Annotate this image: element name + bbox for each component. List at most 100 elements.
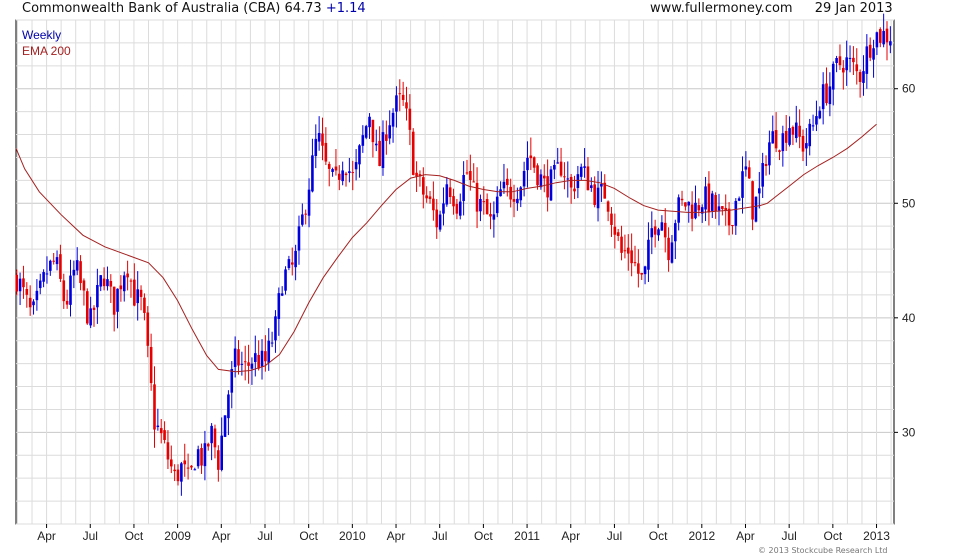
candle-body bbox=[835, 58, 838, 64]
legend-ema: EMA 200 bbox=[22, 44, 71, 58]
x-tick-label: 2013 bbox=[863, 529, 890, 543]
candle-body bbox=[613, 226, 617, 235]
candle-body bbox=[196, 449, 200, 467]
candle-body bbox=[559, 161, 563, 176]
candle-body bbox=[126, 273, 129, 278]
candle-body bbox=[801, 135, 805, 152]
candle-body bbox=[156, 425, 160, 428]
candle-body bbox=[109, 280, 113, 287]
candle-body bbox=[878, 29, 882, 43]
candle-body bbox=[734, 200, 738, 226]
candle-body bbox=[680, 198, 684, 201]
candle-body bbox=[311, 155, 314, 192]
candle-body bbox=[831, 63, 835, 90]
candle-body bbox=[684, 202, 687, 207]
candle-body bbox=[885, 28, 889, 43]
candle-body bbox=[395, 95, 398, 112]
x-tick-label: Jul bbox=[607, 529, 622, 543]
candle-body bbox=[99, 275, 103, 287]
candle-body bbox=[593, 184, 596, 205]
candle-body bbox=[401, 94, 405, 100]
x-tick-label: Apr bbox=[37, 529, 56, 543]
candle-body bbox=[788, 128, 791, 145]
candle-body bbox=[616, 232, 620, 236]
candle-body bbox=[872, 48, 875, 60]
candle-body bbox=[294, 250, 297, 268]
candle-body bbox=[193, 469, 197, 471]
y-tick-label: 30 bbox=[902, 425, 916, 439]
candle-body bbox=[650, 228, 654, 238]
candle-body bbox=[45, 273, 49, 275]
candle-body bbox=[22, 278, 25, 288]
x-tick-label: 2012 bbox=[688, 529, 715, 543]
candle-body bbox=[862, 71, 865, 83]
x-axis: Apr Jul Oct 2009 Apr Jul Oct 2010 Apr Jul Oct 2011 A… bbox=[37, 524, 890, 543]
candle-body bbox=[482, 201, 486, 203]
candle-body bbox=[361, 135, 365, 146]
candle-body bbox=[38, 280, 42, 289]
candle-body bbox=[82, 280, 86, 291]
candle-body bbox=[852, 57, 855, 63]
candle-body bbox=[344, 173, 348, 176]
candle-body bbox=[79, 261, 82, 284]
candle-body bbox=[415, 172, 418, 177]
candle-body bbox=[385, 134, 388, 141]
candle-body bbox=[455, 203, 459, 214]
candle-body bbox=[674, 223, 677, 242]
x-tick-label: 2009 bbox=[164, 529, 191, 543]
candle-body bbox=[781, 133, 785, 152]
candle-body bbox=[371, 119, 375, 143]
candle-body bbox=[714, 195, 717, 212]
x-tick-label: Oct bbox=[299, 529, 318, 543]
candle-body bbox=[149, 346, 153, 384]
candle-body bbox=[354, 162, 358, 170]
candle-body bbox=[889, 41, 892, 46]
candle-body bbox=[882, 30, 885, 45]
candle-body bbox=[364, 126, 368, 138]
candle-body bbox=[815, 116, 818, 125]
candle-body bbox=[751, 181, 754, 220]
y-tick-label: 40 bbox=[902, 311, 916, 325]
candle-body bbox=[465, 172, 469, 174]
candle-body bbox=[522, 170, 526, 187]
candle-body bbox=[542, 175, 546, 179]
candle-body bbox=[243, 361, 247, 363]
candle-body bbox=[687, 201, 691, 206]
candle-body bbox=[203, 443, 207, 467]
candle-body bbox=[563, 176, 566, 178]
candle-body bbox=[25, 288, 29, 295]
candle-body bbox=[351, 172, 355, 174]
candle-body bbox=[573, 188, 576, 192]
candle-body bbox=[52, 260, 55, 262]
candle-body bbox=[842, 67, 845, 73]
candle-body bbox=[176, 469, 180, 482]
candle-body bbox=[747, 167, 751, 179]
candle-body bbox=[28, 297, 32, 308]
candle-body bbox=[230, 369, 234, 393]
candle-body bbox=[576, 174, 580, 189]
candle-body bbox=[637, 263, 640, 274]
candle-body bbox=[590, 185, 593, 189]
x-tick-label: Jul bbox=[781, 529, 796, 543]
candle-body bbox=[727, 208, 731, 226]
x-tick-label: Oct bbox=[474, 529, 493, 543]
candle-body bbox=[600, 183, 603, 187]
candle-body bbox=[217, 450, 220, 470]
candle-body bbox=[69, 275, 72, 305]
candle-body bbox=[85, 291, 89, 324]
x-tick-label: Jul bbox=[432, 529, 447, 543]
candle-body bbox=[620, 236, 623, 253]
candle-body bbox=[758, 188, 761, 194]
candle-body bbox=[173, 469, 176, 472]
candle-body bbox=[630, 250, 633, 264]
candle-body bbox=[143, 297, 146, 313]
candle-body bbox=[106, 279, 109, 287]
candle-body bbox=[391, 112, 395, 127]
candle-body bbox=[771, 131, 775, 144]
candle-body bbox=[116, 288, 119, 312]
candle-body bbox=[112, 286, 116, 315]
candle-body bbox=[660, 222, 664, 231]
candle-body bbox=[270, 342, 274, 344]
candle-body bbox=[657, 229, 660, 236]
candle-body bbox=[253, 353, 257, 363]
